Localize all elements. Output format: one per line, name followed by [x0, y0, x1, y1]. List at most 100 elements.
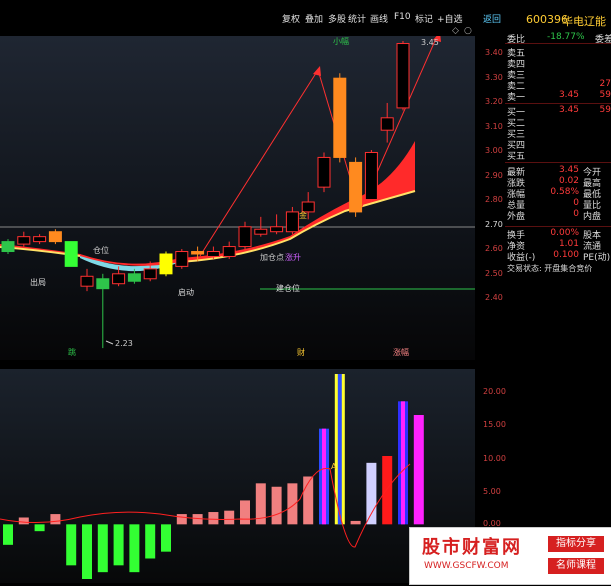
chuju-label: 出局: [30, 277, 46, 287]
extra-value: 0.00%: [550, 228, 579, 238]
candle-body[interactable]: [112, 273, 126, 285]
asks-extra: 59: [599, 90, 611, 100]
indicator-bar-inner: [322, 428, 326, 525]
indicator-bar: [18, 517, 29, 525]
extra-row: 收益(-) 0.100 PE(动): [507, 250, 610, 263]
kline-svg: 3.45 2.23 加仓点 涨升 建仓位 启动 出局 仓位 金 小幅 跳 财 涨…: [0, 32, 475, 357]
stats-value: 0.58%: [550, 187, 579, 197]
kline-chart[interactable]: 3.45 2.23 加仓点 涨升 建仓位 启动 出局 仓位 金 小幅 跳 财 涨…: [0, 32, 475, 360]
axis-tick: 10.00: [483, 454, 506, 463]
candle-body[interactable]: [364, 151, 378, 201]
extra-value: 0.100: [553, 250, 579, 260]
top-label: 小幅: [333, 36, 349, 46]
candle-body[interactable]: [285, 211, 299, 233]
watermark-banner[interactable]: 股市财富网 WWW.GSCFW.COM 指标分享 名师课程: [409, 527, 611, 585]
candle-body[interactable]: [1, 241, 15, 253]
sub-mark: A: [331, 462, 337, 471]
bids-extra: 59: [599, 105, 611, 115]
weibi-value: -18.77%: [547, 32, 585, 42]
toolbar-duogu[interactable]: 多股: [328, 12, 346, 25]
toolbar-huaxian[interactable]: 画线: [370, 12, 388, 25]
high-label: 3.45: [421, 38, 439, 47]
candle-body[interactable]: [206, 251, 220, 257]
candle-body[interactable]: [396, 43, 410, 109]
axis-tick: 20.00: [483, 387, 506, 396]
candle-body[interactable]: [33, 236, 47, 243]
axis-tick: 5.00: [483, 487, 501, 496]
axis-tick: 3.10: [485, 122, 503, 131]
candle-body[interactable]: [159, 253, 173, 275]
indicator-bar: [413, 415, 424, 525]
indicator-bar: [66, 524, 77, 566]
bids-value: 3.45: [558, 105, 579, 115]
toolbar-biaoji[interactable]: 标记: [415, 12, 433, 25]
quote-panel: 委比 -18.77% 委差 卖五 卖四 卖三 卖二 27 卖一 3.45 59 买一 3.45 5…: [505, 28, 611, 328]
candle-body[interactable]: [238, 226, 252, 248]
candle-body[interactable]: [17, 236, 31, 245]
low-label: 2.23: [115, 339, 133, 348]
jin-label: 金: [299, 210, 307, 220]
indicator-bar: [113, 524, 124, 566]
indicator-bar-inner: [337, 374, 342, 525]
divider: [505, 226, 611, 227]
stock-name: 华电辽能: [562, 15, 606, 28]
divider: [505, 162, 611, 163]
circle-icon[interactable]: ○: [464, 26, 472, 36]
toolbar-tongji[interactable]: 统计: [348, 12, 366, 25]
asks-extra: 27: [599, 79, 611, 89]
candle-body[interactable]: [270, 226, 284, 233]
candle-body[interactable]: [143, 268, 157, 280]
toolbar-zixuan[interactable]: +自选: [437, 12, 463, 25]
indicator-bar: [240, 500, 250, 525]
trend-arrow-1: [199, 69, 319, 257]
stats-value: 0.02: [558, 176, 579, 186]
stats-value: 0: [573, 198, 579, 208]
candle-body[interactable]: [349, 161, 363, 213]
indicator-bar: [129, 524, 140, 573]
candle-body[interactable]: [96, 278, 110, 290]
candle-body[interactable]: [64, 241, 78, 267]
toolbar-fanhui[interactable]: 返回: [483, 12, 501, 25]
candle-body[interactable]: [222, 246, 236, 257]
candle-body[interactable]: [191, 251, 205, 255]
indicator-svg: A: [0, 374, 424, 579]
candle-body[interactable]: [80, 275, 94, 287]
teacher-course-button[interactable]: 名师课程: [548, 558, 604, 574]
bids-row: 买五: [507, 149, 525, 162]
candle-body[interactable]: [175, 251, 189, 267]
candle-body[interactable]: [48, 231, 62, 243]
candle-body[interactable]: [317, 156, 331, 188]
indicator-chart[interactable]: A: [0, 369, 475, 583]
jiacang-label: 加仓点: [260, 252, 284, 262]
signal-2: 财: [297, 347, 305, 357]
toolbar-diejia[interactable]: 叠加: [305, 12, 323, 25]
candle-body[interactable]: [333, 77, 347, 158]
toolbar-fuquan[interactable]: 复权: [282, 12, 300, 25]
low-pointer: [105, 340, 114, 345]
asks-row: 卖一 3.45 59: [507, 90, 611, 103]
indicator-bar: [176, 514, 187, 525]
candle-body[interactable]: [380, 117, 394, 131]
indicator-bars: [3, 374, 424, 579]
extra-value: 1.01: [558, 239, 579, 249]
indicator-line: [0, 463, 411, 548]
axis-tick: 3.30: [485, 73, 503, 82]
candle-body[interactable]: [254, 228, 268, 235]
wei-label: 仓位: [93, 245, 109, 255]
qidong-label: 启动: [178, 287, 194, 297]
indicator-bar: [3, 524, 13, 545]
indicator-bar: [208, 512, 219, 525]
zhangsheng-label: 涨升: [285, 252, 301, 262]
axis-tick: 2.50: [485, 269, 503, 278]
panel-divider[interactable]: [0, 360, 611, 369]
indicator-share-button[interactable]: 指标分享: [548, 536, 604, 552]
stats-row: 外盘 0 内盘: [507, 209, 601, 222]
settings-icon[interactable]: ◇: [452, 26, 459, 36]
asks-label: 卖一: [507, 93, 526, 103]
indicator-bar: [382, 456, 393, 525]
candle-body[interactable]: [127, 273, 141, 282]
trade-status: 交易状态: 开盘集合竞价: [507, 264, 593, 273]
toolbar-f10[interactable]: F10: [394, 12, 411, 22]
axis-tick: 3.20: [485, 97, 503, 106]
indicator-bar: [50, 514, 61, 525]
